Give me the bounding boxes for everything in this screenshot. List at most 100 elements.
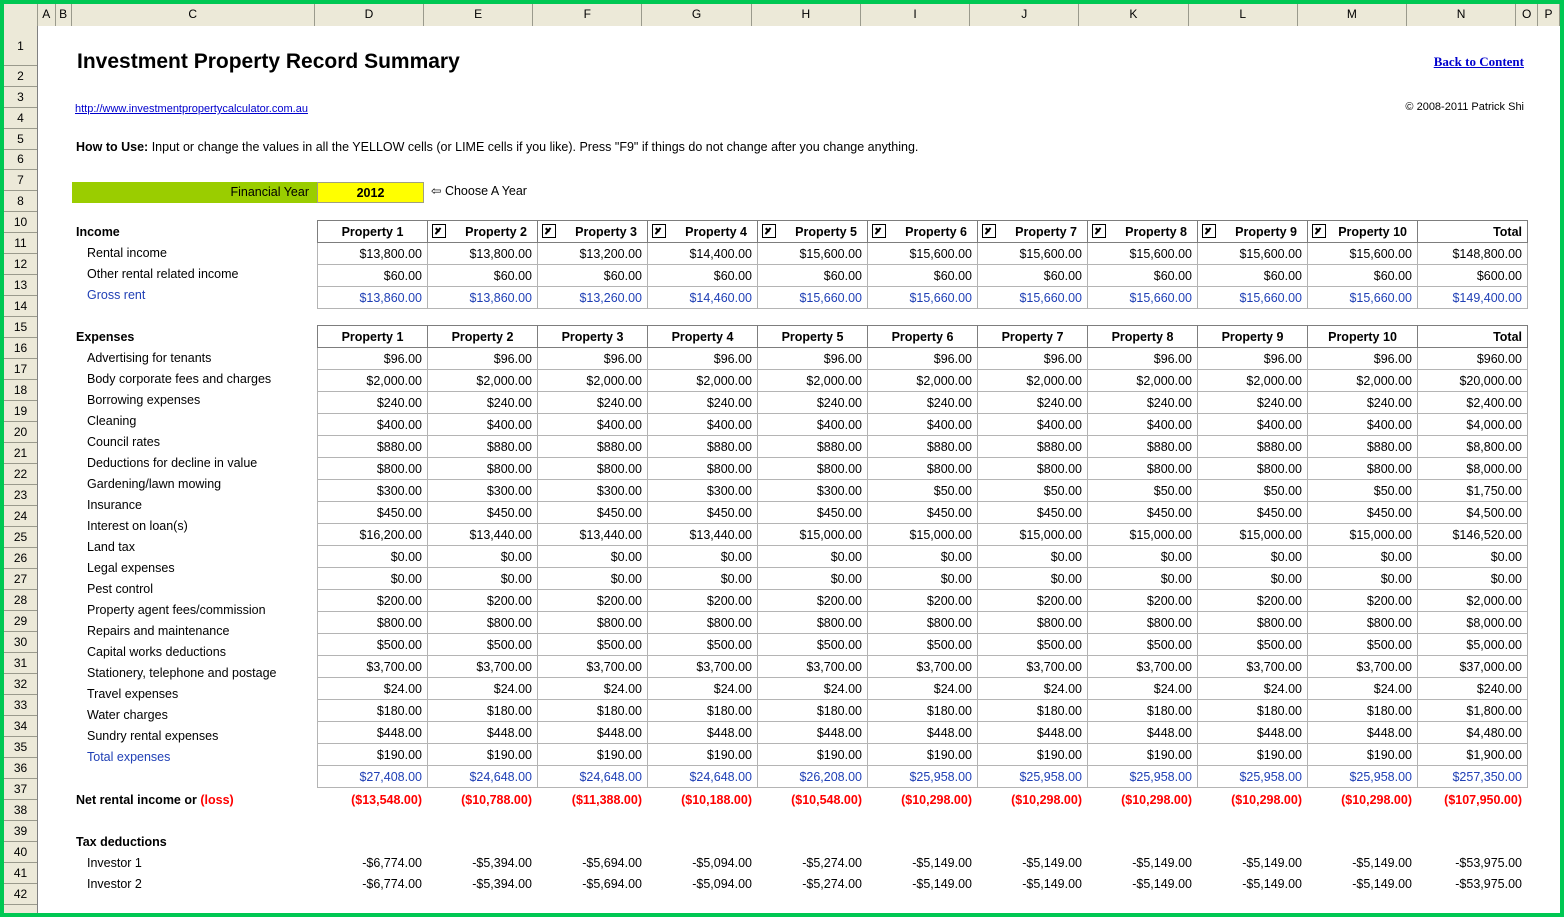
data-cell[interactable]: $448.00	[867, 721, 978, 744]
data-cell[interactable]: $448.00	[977, 721, 1088, 744]
data-cell[interactable]: $240.00	[757, 391, 868, 414]
row-header-13[interactable]: 13	[4, 275, 37, 296]
data-cell[interactable]: $24.00	[757, 677, 868, 700]
data-cell[interactable]: $240.00	[1417, 677, 1528, 700]
data-cell[interactable]: $60.00	[537, 264, 648, 287]
data-cell[interactable]: $800.00	[1087, 457, 1198, 480]
data-cell[interactable]: $190.00	[537, 743, 648, 766]
data-cell[interactable]: $2,000.00	[757, 369, 868, 392]
row-header-8[interactable]: 8	[4, 191, 37, 212]
data-cell[interactable]: $500.00	[427, 633, 538, 656]
property-checkbox[interactable]	[1092, 224, 1106, 238]
data-cell[interactable]: $96.00	[1197, 347, 1308, 370]
data-cell[interactable]: $450.00	[537, 501, 648, 524]
data-cell[interactable]: $13,200.00	[537, 242, 648, 265]
data-cell[interactable]: $13,440.00	[427, 523, 538, 546]
data-cell[interactable]: $3,700.00	[867, 655, 978, 678]
row-header-20[interactable]: 20	[4, 422, 37, 443]
data-cell[interactable]: $200.00	[647, 589, 758, 612]
data-cell[interactable]: $400.00	[867, 413, 978, 436]
data-cell[interactable]: $96.00	[427, 347, 538, 370]
data-cell[interactable]: $880.00	[647, 435, 758, 458]
data-cell[interactable]: $60.00	[1087, 264, 1198, 287]
data-cell[interactable]: $800.00	[537, 611, 648, 634]
data-cell[interactable]: $800.00	[317, 457, 428, 480]
data-cell[interactable]: $37,000.00	[1417, 655, 1528, 678]
data-cell[interactable]: $2,000.00	[317, 369, 428, 392]
data-cell[interactable]: $24.00	[317, 677, 428, 700]
row-header-35[interactable]: 35	[4, 737, 37, 758]
data-cell[interactable]: $400.00	[427, 413, 538, 436]
data-cell[interactable]: $0.00	[1197, 545, 1308, 568]
data-cell[interactable]: $3,700.00	[1087, 655, 1198, 678]
data-cell[interactable]: $800.00	[537, 457, 648, 480]
row-header-2[interactable]: 2	[4, 66, 37, 87]
row-header-37[interactable]: 37	[4, 779, 37, 800]
data-cell[interactable]: $2,000.00	[867, 369, 978, 392]
data-cell[interactable]: $800.00	[647, 611, 758, 634]
data-cell[interactable]: $200.00	[977, 589, 1088, 612]
data-cell[interactable]: $8,000.00	[1417, 457, 1528, 480]
data-cell[interactable]: $180.00	[537, 699, 648, 722]
data-cell[interactable]: $0.00	[427, 545, 538, 568]
data-cell[interactable]: $190.00	[757, 743, 868, 766]
data-cell[interactable]: $2,000.00	[647, 369, 758, 392]
data-cell[interactable]: $190.00	[977, 743, 1088, 766]
column-header-o[interactable]: O	[1516, 4, 1539, 26]
property-checkbox[interactable]	[1202, 224, 1216, 238]
row-header-21[interactable]: 21	[4, 443, 37, 464]
row-header-27[interactable]: 27	[4, 569, 37, 590]
data-cell[interactable]: $15,660.00	[1197, 286, 1308, 309]
financial-year-label[interactable]: Financial Year	[72, 182, 317, 203]
data-cell[interactable]: $25,958.00	[1087, 765, 1198, 788]
data-cell[interactable]: $180.00	[977, 699, 1088, 722]
data-cell[interactable]: $13,800.00	[317, 242, 428, 265]
data-cell[interactable]: $450.00	[1307, 501, 1418, 524]
data-cell[interactable]: $200.00	[867, 589, 978, 612]
data-cell[interactable]: $190.00	[1307, 743, 1418, 766]
data-cell[interactable]: $880.00	[317, 435, 428, 458]
data-cell[interactable]: $25,958.00	[977, 765, 1088, 788]
data-cell[interactable]: $24,648.00	[647, 765, 758, 788]
row-header-6[interactable]: 6	[4, 150, 37, 170]
data-cell[interactable]: $15,600.00	[1307, 242, 1418, 265]
data-cell[interactable]: $450.00	[647, 501, 758, 524]
select-all-corner[interactable]	[4, 4, 38, 26]
data-cell[interactable]: $180.00	[757, 699, 868, 722]
row-header-1[interactable]: 1	[4, 27, 37, 66]
data-cell[interactable]: $450.00	[427, 501, 538, 524]
data-cell[interactable]: $15,600.00	[1197, 242, 1308, 265]
data-cell[interactable]: $3,700.00	[317, 655, 428, 678]
data-cell[interactable]: $448.00	[647, 721, 758, 744]
row-header-17[interactable]: 17	[4, 359, 37, 380]
data-cell[interactable]: $448.00	[317, 721, 428, 744]
data-cell[interactable]: $448.00	[427, 721, 538, 744]
data-cell[interactable]: $800.00	[1307, 457, 1418, 480]
data-cell[interactable]: $13,860.00	[317, 286, 428, 309]
data-cell[interactable]: $8,800.00	[1417, 435, 1528, 458]
data-cell[interactable]: $0.00	[757, 545, 868, 568]
data-cell[interactable]: $15,660.00	[757, 286, 868, 309]
data-cell[interactable]: $300.00	[537, 479, 648, 502]
data-cell[interactable]: $96.00	[977, 347, 1088, 370]
data-cell[interactable]: $2,000.00	[1307, 369, 1418, 392]
data-cell[interactable]: $300.00	[647, 479, 758, 502]
data-cell[interactable]: $800.00	[1087, 611, 1198, 634]
data-cell[interactable]: $15,600.00	[977, 242, 1088, 265]
row-header-15[interactable]: 15	[4, 317, 37, 338]
data-cell[interactable]: $180.00	[1307, 699, 1418, 722]
data-cell[interactable]: $25,958.00	[1197, 765, 1308, 788]
financial-year-input[interactable]: 2012	[317, 182, 424, 203]
data-cell[interactable]: $1,800.00	[1417, 699, 1528, 722]
data-cell[interactable]: $880.00	[537, 435, 648, 458]
row-header-25[interactable]: 25	[4, 527, 37, 548]
data-cell[interactable]: $15,600.00	[1087, 242, 1198, 265]
data-cell[interactable]: $0.00	[647, 545, 758, 568]
row-header-3[interactable]: 3	[4, 87, 37, 108]
data-cell[interactable]: $180.00	[647, 699, 758, 722]
data-cell[interactable]: $300.00	[317, 479, 428, 502]
data-cell[interactable]: $24.00	[977, 677, 1088, 700]
data-cell[interactable]: $0.00	[537, 567, 648, 590]
back-to-content-label[interactable]: Back to Content	[1434, 54, 1524, 69]
column-header-m[interactable]: M	[1297, 4, 1407, 26]
